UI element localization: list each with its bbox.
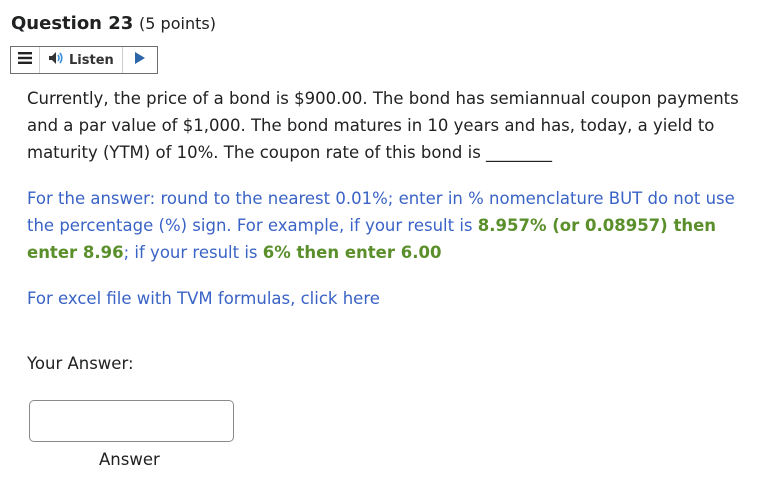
listen-label: Listen	[69, 52, 114, 68]
answer-caption: Answer	[99, 450, 160, 469]
question-body: Currently, the price of a bond is $900.0…	[27, 85, 747, 312]
listen-toolbar: Listen	[10, 46, 158, 74]
hint-text-2: ; if your result is	[123, 243, 263, 262]
speaker-icon	[48, 51, 64, 69]
play-icon	[135, 52, 145, 68]
listen-button[interactable]: Listen	[40, 47, 123, 73]
answer-label: Your Answer:	[27, 354, 134, 373]
rounding-instructions: For the answer: round to the nearest 0.0…	[27, 185, 747, 266]
hamburger-menu-icon	[18, 52, 32, 68]
toolbar-menu-button[interactable]	[11, 47, 40, 73]
question-title: Question 23 (5 points)	[11, 13, 216, 34]
excel-file-link[interactable]: For excel file with TVM formulas, click …	[27, 285, 747, 312]
question-number: Question 23	[11, 13, 134, 34]
play-button[interactable]	[123, 47, 157, 73]
question-points: (5 points)	[139, 14, 216, 33]
question-stem: Currently, the price of a bond is $900.0…	[27, 89, 739, 162]
hint-example-2: 6% then enter 6.00	[262, 243, 442, 262]
answer-input[interactable]	[29, 400, 234, 442]
